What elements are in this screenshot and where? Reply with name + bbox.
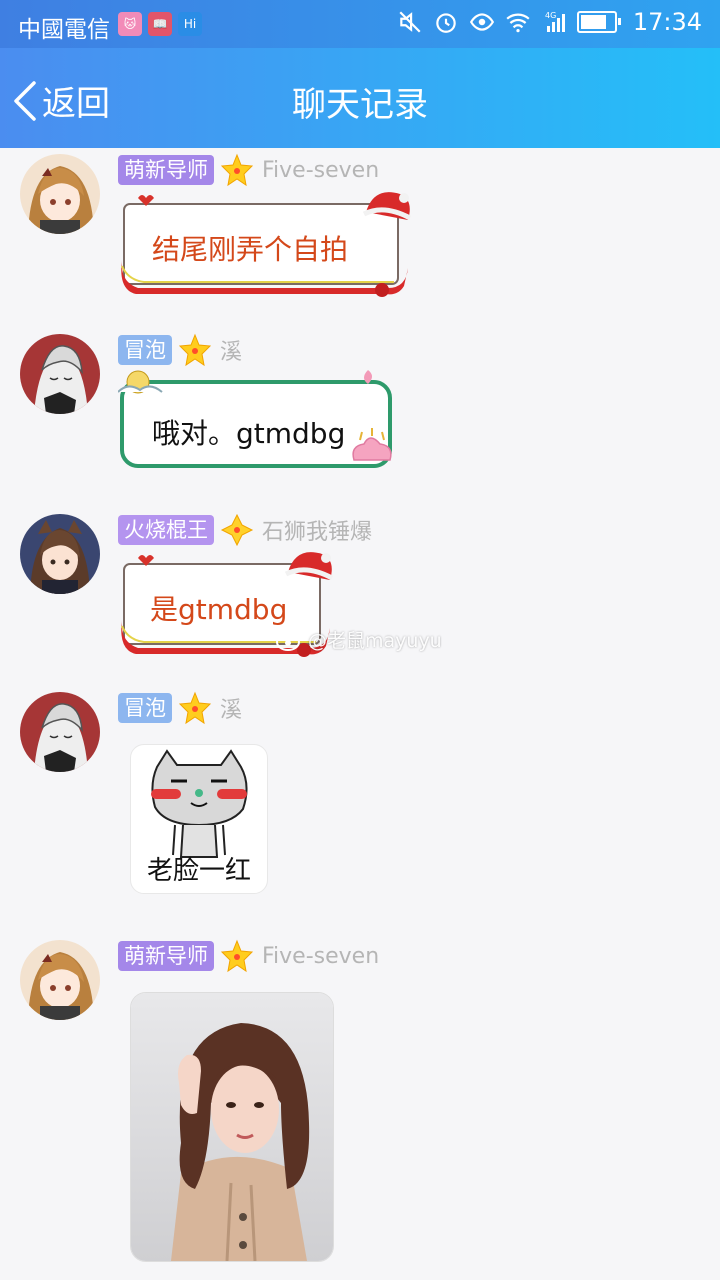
avatar[interactable]	[20, 334, 100, 414]
avatar[interactable]	[20, 940, 100, 1020]
star-icon	[220, 153, 254, 187]
hi-app-icon: Hi	[178, 12, 202, 36]
sender-info: 冒泡 溪	[118, 333, 243, 367]
eye-icon	[469, 13, 494, 31]
message-text: 哦对。gtmdbg	[152, 417, 346, 450]
chat-message: 冒泡 溪 哦对。gtmdbg	[0, 333, 720, 484]
alarm-icon	[436, 13, 456, 33]
title-bar: 返回 聊天记录	[0, 48, 720, 148]
page-title: 聊天记录	[292, 85, 428, 125]
avatar[interactable]	[20, 154, 100, 234]
wifi-icon	[506, 13, 530, 33]
star-icon	[178, 691, 212, 725]
message-text: 是gtmdbg	[150, 593, 288, 626]
network-label: 4G	[545, 11, 556, 20]
carrier-name: 中國電信	[18, 17, 110, 43]
star-icon	[178, 333, 212, 367]
weibo-icon	[276, 629, 303, 651]
sender-info: 冒泡 溪	[118, 691, 243, 725]
battery-icon	[576, 11, 621, 33]
sender-info: 萌新导师 Five-seven	[118, 153, 380, 187]
battery-fill	[580, 15, 607, 29]
image-message[interactable]	[130, 992, 334, 1262]
sender-info: 萌新导师 Five-seven	[118, 939, 380, 973]
book-app-icon: 📖	[148, 12, 172, 36]
avatar[interactable]	[20, 692, 100, 772]
watermark-text: @老鼠mayuyu	[308, 630, 442, 652]
pet-app-icon: 🐱	[118, 12, 142, 36]
status-bar: 中國電信 🐱 📖 Hi 4G 17:34	[0, 0, 720, 48]
diamond-star-icon	[220, 513, 254, 547]
level-badge: 萌新导师	[118, 155, 214, 185]
selfie-photo	[131, 993, 333, 1261]
sender-nickname: 溪	[220, 698, 243, 723]
sender-nickname: 溪	[220, 340, 243, 365]
signal-icon: 4G	[545, 11, 565, 32]
chat-message: 萌新导师 Five-seven 结尾刚弄个自拍	[0, 153, 720, 304]
sender-info: 火烧棍王 石狮我锤爆	[118, 513, 373, 547]
status-icons: 4G 17:34	[397, 8, 702, 36]
level-badge: 冒泡	[118, 693, 172, 723]
chat-message: 萌新导师 Five-seven	[0, 939, 720, 1270]
notification-icons: 🐱 📖 Hi	[118, 12, 202, 36]
muted-icon	[399, 11, 421, 33]
clock: 17:34	[632, 8, 702, 36]
sender-nickname: 石狮我锤爆	[262, 520, 373, 545]
message-bubble[interactable]: 哦对。gtmdbg	[118, 370, 402, 474]
level-badge: 萌新导师	[118, 941, 214, 971]
level-badge: 火烧棍王	[118, 515, 214, 545]
sticker-caption: 老脸一红	[146, 856, 251, 886]
star-icon	[220, 939, 254, 973]
avatar[interactable]	[20, 514, 100, 594]
message-text: 结尾刚弄个自拍	[152, 233, 349, 266]
sender-nickname: Five-seven	[262, 943, 380, 969]
weibo-watermark: @老鼠mayuyu	[276, 626, 442, 653]
sticker-message[interactable]: 老脸一红	[130, 744, 268, 894]
level-badge: 冒泡	[118, 335, 172, 365]
sender-nickname: Five-seven	[262, 157, 380, 183]
chat-message: 冒泡 溪 老脸一红	[0, 691, 720, 902]
message-bubble[interactable]: 结尾刚弄个自拍	[118, 190, 414, 302]
